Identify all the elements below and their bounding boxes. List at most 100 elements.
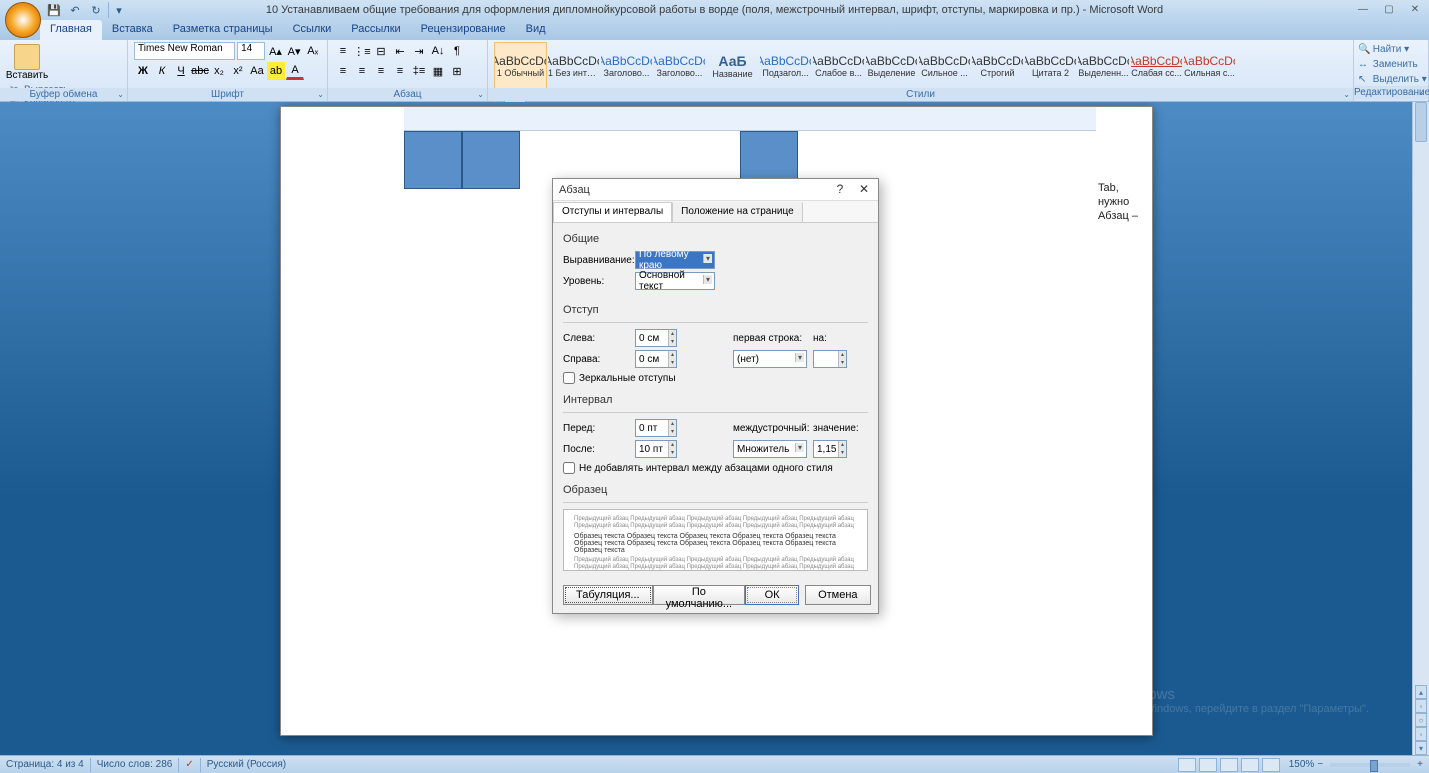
font-name-select[interactable]: Times New Roman bbox=[134, 42, 235, 60]
style-item[interactable]: AaBbCcDcСтрогий bbox=[971, 42, 1024, 90]
cancel-button[interactable]: Отмена bbox=[805, 585, 870, 605]
view-web-layout-button[interactable] bbox=[1220, 758, 1238, 772]
style-item[interactable]: AaBbCcDcЗаголово... bbox=[653, 42, 706, 90]
dialog-help-button[interactable]: ? bbox=[830, 181, 850, 197]
tab-review[interactable]: Рецензирование bbox=[411, 20, 516, 40]
tab-layout[interactable]: Разметка страницы bbox=[163, 20, 283, 40]
style-item[interactable]: AaBbCcDcВыделенн... bbox=[1077, 42, 1130, 90]
style-item[interactable]: AaBbCcDcСильное ... bbox=[918, 42, 971, 90]
underline-button[interactable]: Ч bbox=[172, 62, 190, 80]
close-button[interactable]: ✕ bbox=[1403, 2, 1427, 16]
line-spacing-button[interactable]: ‡≡ bbox=[410, 62, 428, 80]
find-button[interactable]: 🔍 Найти ▾ bbox=[1358, 44, 1424, 55]
numbering-button[interactable]: ⋮≡ bbox=[353, 42, 371, 60]
ok-button[interactable]: ОК bbox=[745, 585, 799, 605]
vertical-scrollbar[interactable]: ▴ ◦ ○ ◦ ▾ bbox=[1412, 102, 1429, 755]
scroll-up-button[interactable]: ▴ bbox=[1415, 685, 1427, 699]
replace-button[interactable]: ↔ Заменить bbox=[1358, 59, 1424, 70]
save-icon[interactable]: 💾 bbox=[45, 2, 63, 18]
tab-references[interactable]: Ссылки bbox=[283, 20, 342, 40]
increase-indent-button[interactable]: ⇥ bbox=[410, 42, 428, 60]
next-page-button[interactable]: ◦ bbox=[1415, 727, 1427, 741]
style-item[interactable]: AaBbCcDcВыделение bbox=[865, 42, 918, 90]
maximize-button[interactable]: ▢ bbox=[1377, 2, 1401, 16]
by-spinner[interactable] bbox=[813, 350, 847, 368]
style-item[interactable]: AaBbCcDcСильная с... bbox=[1183, 42, 1236, 90]
zoom-slider[interactable] bbox=[1330, 763, 1410, 767]
indent-left-spinner[interactable]: 0 см bbox=[635, 329, 677, 347]
font-size-select[interactable]: 14 bbox=[237, 42, 265, 60]
decrease-indent-button[interactable]: ⇤ bbox=[391, 42, 409, 60]
status-page[interactable]: Страница: 4 из 4 bbox=[6, 759, 84, 770]
align-right-button[interactable]: ≡ bbox=[372, 62, 390, 80]
style-item[interactable]: АаБНазвание bbox=[706, 42, 759, 90]
sort-button[interactable]: A↓ bbox=[429, 42, 447, 60]
clear-formatting-button[interactable]: Aₓ bbox=[304, 42, 321, 60]
at-spinner[interactable]: 1,15 bbox=[813, 440, 847, 458]
redo-icon[interactable]: ↻ bbox=[87, 2, 105, 18]
line-spacing-combo[interactable]: Множитель bbox=[733, 440, 807, 458]
zoom-in-button[interactable]: + bbox=[1417, 759, 1423, 770]
multilevel-button[interactable]: ⊟ bbox=[372, 42, 390, 60]
dialog-tab-position[interactable]: Положение на странице bbox=[672, 202, 802, 222]
first-line-combo[interactable]: (нет) bbox=[733, 350, 807, 368]
style-item[interactable]: AaBbCcDc1 Обычный bbox=[494, 42, 547, 90]
bold-button[interactable]: Ж bbox=[134, 62, 152, 80]
scrollbar-thumb[interactable] bbox=[1415, 102, 1427, 142]
dialog-tab-indents[interactable]: Отступы и интервалы bbox=[553, 202, 672, 222]
shrink-font-button[interactable]: A▾ bbox=[286, 42, 303, 60]
alignment-combo[interactable]: По левому краю bbox=[635, 251, 715, 269]
status-words[interactable]: Число слов: 286 bbox=[97, 759, 173, 770]
superscript-button[interactable]: x² bbox=[229, 62, 247, 80]
mirror-indents-checkbox[interactable]: Зеркальные отступы bbox=[563, 372, 868, 384]
style-item[interactable]: AaBbCcDcПодзагол... bbox=[759, 42, 812, 90]
office-button[interactable] bbox=[5, 2, 41, 38]
italic-button[interactable]: К bbox=[153, 62, 171, 80]
style-item[interactable]: AaBbCcDcСлабая сс... bbox=[1130, 42, 1183, 90]
align-left-button[interactable]: ≡ bbox=[334, 62, 352, 80]
tabs-button[interactable]: Табуляция... bbox=[563, 585, 653, 605]
view-outline-button[interactable] bbox=[1241, 758, 1259, 772]
dialog-title-bar[interactable]: Абзац ? ✕ bbox=[553, 179, 878, 201]
select-button[interactable]: ↖ Выделить ▾ bbox=[1358, 74, 1424, 85]
paste-button[interactable]: Вставить bbox=[6, 42, 48, 83]
no-space-checkbox[interactable]: Не добавлять интервал между абзацами одн… bbox=[563, 462, 868, 474]
align-center-button[interactable]: ≡ bbox=[353, 62, 371, 80]
tab-view[interactable]: Вид bbox=[516, 20, 556, 40]
prev-page-button[interactable]: ◦ bbox=[1415, 699, 1427, 713]
qat-more-icon[interactable]: ▾ bbox=[108, 2, 126, 18]
show-marks-button[interactable]: ¶ bbox=[448, 42, 466, 60]
strikethrough-button[interactable]: abc bbox=[191, 62, 209, 80]
dialog-close-button[interactable]: ✕ bbox=[854, 181, 874, 197]
shading-button[interactable]: ▦ bbox=[429, 62, 447, 80]
default-button[interactable]: По умолчанию... bbox=[653, 585, 745, 605]
nospace-checkbox-input[interactable] bbox=[563, 462, 575, 474]
scroll-down-button[interactable]: ▾ bbox=[1415, 741, 1427, 755]
zoom-out-button[interactable]: − bbox=[1317, 759, 1323, 770]
subscript-button[interactable]: x₂ bbox=[210, 62, 228, 80]
minimize-button[interactable]: — bbox=[1351, 2, 1375, 16]
style-item[interactable]: AaBbCcDc1 Без инте... bbox=[547, 42, 600, 90]
change-case-button[interactable]: Aa bbox=[248, 62, 266, 80]
status-language[interactable]: Русский (Россия) bbox=[207, 759, 286, 770]
zoom-level[interactable]: 150% bbox=[1289, 759, 1315, 770]
font-color-button[interactable]: A bbox=[286, 62, 304, 80]
view-print-layout-button[interactable] bbox=[1178, 758, 1196, 772]
view-full-screen-button[interactable] bbox=[1199, 758, 1217, 772]
borders-button[interactable]: ⊞ bbox=[448, 62, 466, 80]
level-combo[interactable]: Основной текст bbox=[635, 272, 715, 290]
browse-object-button[interactable]: ○ bbox=[1415, 713, 1427, 727]
style-item[interactable]: AaBbCcDcЗаголово... bbox=[600, 42, 653, 90]
indent-right-spinner[interactable]: 0 см bbox=[635, 350, 677, 368]
undo-icon[interactable]: ↶ bbox=[66, 2, 84, 18]
bullets-button[interactable]: ≡ bbox=[334, 42, 352, 60]
tab-insert[interactable]: Вставка bbox=[102, 20, 163, 40]
proofing-icon[interactable]: ✓ bbox=[185, 759, 193, 770]
view-draft-button[interactable] bbox=[1262, 758, 1280, 772]
style-item[interactable]: AaBbCcDcЦитата 2 bbox=[1024, 42, 1077, 90]
space-after-spinner[interactable]: 10 пт bbox=[635, 440, 677, 458]
tab-home[interactable]: Главная bbox=[40, 20, 102, 40]
tab-mailings[interactable]: Рассылки bbox=[341, 20, 410, 40]
justify-button[interactable]: ≡ bbox=[391, 62, 409, 80]
mirror-checkbox-input[interactable] bbox=[563, 372, 575, 384]
